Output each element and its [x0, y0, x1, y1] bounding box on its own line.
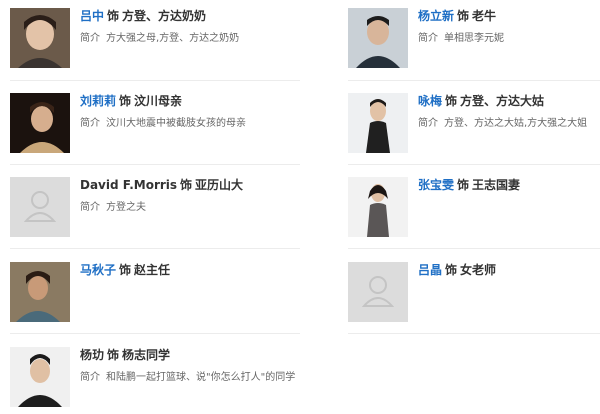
cast-list: 吕中饰方登、方达奶奶 简介 方大强之母,方登、方达之奶奶 杨立新饰老牛 简介 单相思… [0, 0, 600, 414]
divider [348, 333, 600, 334]
divider [10, 80, 300, 81]
actor-title: 咏梅饰方登、方达大姑 [418, 94, 545, 108]
actor-desc: 简介 方登之夫 [80, 202, 146, 213]
actor-name-link[interactable]: 马秋子 [80, 263, 116, 277]
divider [10, 333, 300, 334]
actor-desc: 简介 方大强之母,方登、方达之奶奶 [80, 33, 240, 44]
divider [10, 248, 300, 249]
actor-photo[interactable] [10, 347, 70, 407]
actor-desc: 简介 方登、方达之大姑,方大强之大姐 [418, 118, 588, 129]
actor-desc: 简介 单相思李元妮 [418, 33, 504, 44]
actor-title: 张宝雯饰王志国妻 [418, 178, 521, 192]
actor-photo[interactable] [10, 93, 70, 153]
divider [348, 164, 600, 165]
user-icon [361, 276, 395, 307]
actor-title: 杨玏饰杨志同学 [80, 348, 171, 362]
actor-desc: 简介 和陆鹏一起打篮球、说"你怎么打人"的同学 [80, 372, 296, 383]
actor-name-link[interactable]: 咏梅 [418, 94, 442, 108]
actor-title: 刘莉莉饰汶川母亲 [80, 94, 183, 108]
actor-title: 吕中饰方登、方达奶奶 [80, 9, 207, 23]
actor-name: 杨玏 [80, 348, 105, 362]
avatar-placeholder[interactable] [10, 177, 70, 237]
actor-name-link[interactable]: 张宝雯 [418, 178, 454, 192]
divider [348, 80, 600, 81]
actor-title: 吕晶饰女老师 [418, 263, 497, 277]
actor-title: David F.Morris 饰亚历山大 [80, 178, 244, 192]
actor-photo[interactable] [10, 8, 70, 68]
actor-name: David F.Morris [80, 178, 178, 192]
actor-desc: 简介 汶川大地震中被截肢女孩的母亲 [80, 118, 246, 129]
actor-photo[interactable] [348, 8, 408, 68]
divider [348, 248, 600, 249]
avatar-placeholder[interactable] [348, 262, 408, 322]
actor-photo[interactable] [348, 177, 408, 237]
actor-photo[interactable] [348, 93, 408, 153]
divider [10, 164, 300, 165]
user-icon [23, 191, 57, 222]
actor-photo[interactable] [10, 262, 70, 322]
actor-name-link[interactable]: 吕中 [80, 9, 104, 23]
cast-card: 杨玏饰杨志同学 简介 和陆鹏一起打篮球、说"你怎么打人"的同学 [10, 347, 300, 414]
actor-title: 杨立新饰老牛 [418, 9, 497, 23]
actor-title: 马秋子饰赵主任 [80, 263, 171, 277]
actor-name-link[interactable]: 刘莉莉 [80, 94, 116, 108]
actor-name-link[interactable]: 吕晶 [418, 263, 442, 277]
actor-name-link[interactable]: 杨立新 [418, 9, 454, 23]
